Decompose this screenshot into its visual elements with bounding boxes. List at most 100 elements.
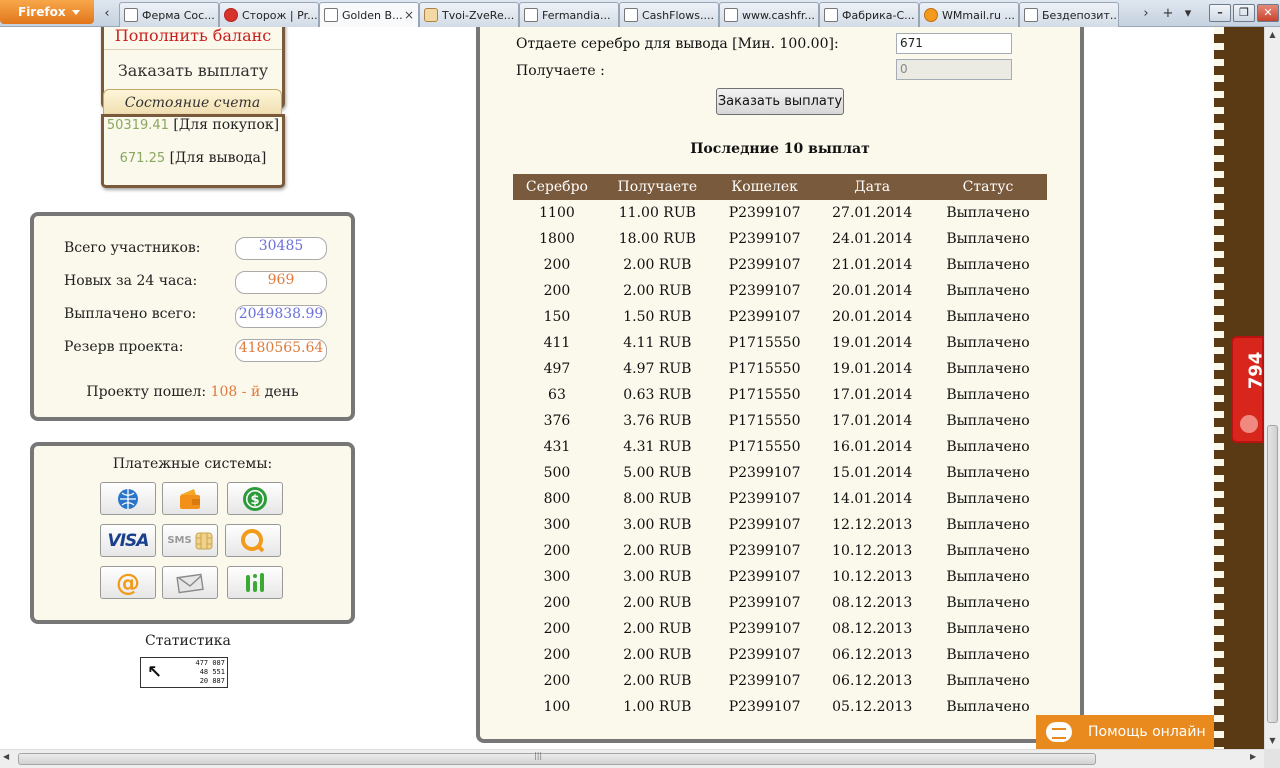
window-maximize-button[interactable]: ❐ bbox=[1233, 4, 1255, 22]
bars-icon[interactable] bbox=[227, 566, 283, 599]
counter-badge[interactable]: 794 bbox=[1231, 336, 1264, 443]
cell-receive: 1.00 RUB bbox=[623, 699, 692, 715]
table-row: 500 5.00 RUB P2399107 15.01.2014 Выплачено bbox=[513, 460, 1047, 486]
cell-silver: 300 bbox=[543, 517, 571, 533]
tab-label: Fermandia... bbox=[542, 8, 611, 22]
horizontal-scrollbar[interactable]: ◀ ||| ▶ bbox=[0, 749, 1264, 768]
cell-receive: 8.00 RUB bbox=[623, 491, 692, 507]
cell-wallet: P2399107 bbox=[728, 647, 801, 663]
last-payouts-title: Последние 10 выплат bbox=[690, 141, 870, 157]
vertical-scroll-thumb[interactable] bbox=[1267, 425, 1278, 723]
cell-receive: 4.31 RUB bbox=[623, 439, 692, 455]
cell-date: 24.01.2014 bbox=[832, 231, 913, 247]
cell-silver: 200 bbox=[543, 595, 571, 611]
horizontal-scroll-thumb[interactable] bbox=[18, 753, 1096, 765]
cell-status: Выплачено bbox=[946, 595, 1030, 611]
scroll-left-button[interactable]: ◀ bbox=[3, 752, 9, 761]
plus-icon: + bbox=[1162, 6, 1174, 21]
order-payout-link[interactable]: Заказать выплату bbox=[104, 50, 282, 92]
cell-status: Выплачено bbox=[946, 699, 1030, 715]
table-row: 200 2.00 RUB P2399107 20.01.2014 Выплачено bbox=[513, 278, 1047, 304]
close-tab-icon[interactable]: × bbox=[404, 8, 414, 22]
firefox-menu-button[interactable]: Firefox bbox=[0, 0, 94, 24]
total-members-label: Всего участников: bbox=[64, 240, 201, 256]
cell-silver: 200 bbox=[543, 673, 571, 689]
new-tab-button[interactable]: + bbox=[1158, 3, 1178, 25]
dollar-icon[interactable]: $ bbox=[227, 482, 283, 515]
sms-icon[interactable]: SMS bbox=[162, 524, 218, 557]
tab-tvoi-zvere[interactable]: Tvoi-ZveRe... bbox=[419, 2, 519, 27]
cell-status: Выплачено bbox=[946, 569, 1030, 585]
cell-date: 10.12.2013 bbox=[832, 543, 913, 559]
page-icon bbox=[1024, 8, 1038, 22]
cell-wallet: P1715550 bbox=[728, 413, 801, 429]
cell-wallet: P2399107 bbox=[728, 491, 801, 507]
scroll-right-button[interactable]: ▶ bbox=[1250, 752, 1256, 761]
cell-date: 08.12.2013 bbox=[832, 621, 913, 637]
col-date: Дата bbox=[815, 174, 929, 200]
tab-wmmail[interactable]: WMmail.ru ... bbox=[919, 2, 1019, 27]
paw-icon bbox=[1240, 415, 1258, 433]
visa-icon[interactable]: VISA bbox=[100, 524, 156, 557]
tabs-scroll-left-button[interactable]: ‹ bbox=[97, 3, 117, 25]
tab-golden-b[interactable]: Golden B... × bbox=[319, 2, 419, 27]
tab-cashfr[interactable]: www.cashfr... bbox=[719, 2, 819, 27]
scroll-up-button[interactable]: ▲ bbox=[1265, 27, 1280, 42]
mailru-icon[interactable]: @ bbox=[100, 566, 156, 599]
col-receive: Получаете bbox=[600, 174, 714, 200]
cell-silver: 100 bbox=[543, 699, 571, 715]
webmoney-icon[interactable] bbox=[100, 482, 156, 515]
window-close-button[interactable]: ✕ bbox=[1257, 4, 1279, 22]
cell-status: Выплачено bbox=[946, 439, 1030, 455]
list-all-tabs-button[interactable]: ▾ bbox=[1178, 3, 1198, 25]
cell-status: Выплачено bbox=[946, 361, 1030, 377]
tab-storozh[interactable]: Сторож | Pr... bbox=[219, 2, 319, 27]
wallet-icon[interactable] bbox=[162, 482, 218, 515]
cell-status: Выплачено bbox=[946, 673, 1030, 689]
cell-receive: 2.00 RUB bbox=[623, 257, 692, 273]
scroll-down-button[interactable]: ▼ bbox=[1265, 733, 1280, 748]
qiwi-icon[interactable] bbox=[225, 524, 281, 557]
badge-number: 794 bbox=[1245, 351, 1264, 390]
cell-date: 27.01.2014 bbox=[832, 205, 913, 221]
cell-wallet: P2399107 bbox=[728, 283, 801, 299]
cell-status: Выплачено bbox=[946, 387, 1030, 403]
cell-silver: 200 bbox=[543, 647, 571, 663]
order-payout-button[interactable]: Заказать выплату bbox=[716, 88, 844, 115]
cell-status: Выплачено bbox=[946, 647, 1030, 663]
new-members-label: Новых за 24 часа: bbox=[64, 273, 198, 289]
cell-receive: 2.00 RUB bbox=[623, 543, 692, 559]
arrow-up-left-icon: ↖ bbox=[147, 662, 163, 683]
project-stats-box: Всего участников: 30485 Новых за 24 часа… bbox=[30, 212, 355, 421]
page-icon bbox=[524, 8, 538, 22]
cell-date: 05.12.2013 bbox=[832, 699, 913, 715]
give-silver-input[interactable]: 671 bbox=[896, 33, 1012, 54]
withdraw-balance-label: [Для вывода] bbox=[169, 150, 267, 166]
cell-receive: 3.76 RUB bbox=[623, 413, 692, 429]
purchase-balance-row: 50319.41 [Для покупок] bbox=[104, 117, 282, 150]
vertical-scrollbar[interactable]: ▲ ▼ bbox=[1264, 27, 1280, 749]
online-help-button[interactable]: Помощь онлайн bbox=[1036, 715, 1214, 749]
cell-wallet: P2399107 bbox=[728, 517, 801, 533]
chevron-left-icon: ‹ bbox=[104, 6, 110, 21]
window-minimize-button[interactable]: – bbox=[1209, 4, 1231, 22]
table-row: 376 3.76 RUB P1715550 17.01.2014 Выплачено bbox=[513, 408, 1047, 434]
tab-fermandia[interactable]: Fermandia... bbox=[519, 2, 619, 27]
cell-status: Выплачено bbox=[946, 257, 1030, 273]
envelope-icon[interactable] bbox=[162, 566, 218, 599]
tab-fabrika[interactable]: Фабрика-С... bbox=[819, 2, 919, 27]
cell-wallet: P1715550 bbox=[728, 387, 801, 403]
tab-cashflows[interactable]: CashFlows.... bbox=[619, 2, 719, 27]
liveinternet-counter[interactable]: ↖ 477 087 48 551 20 887 bbox=[140, 657, 228, 688]
cell-receive: 2.00 RUB bbox=[623, 647, 692, 663]
tabs-scroll-right-button[interactable]: › bbox=[1136, 3, 1156, 25]
svg-text:$: $ bbox=[250, 493, 259, 508]
cell-status: Выплачено bbox=[946, 465, 1030, 481]
cell-silver: 200 bbox=[543, 621, 571, 637]
tab-label: Фабрика-С... bbox=[842, 8, 915, 22]
tab-ferma[interactable]: Ферма Сос... bbox=[119, 2, 219, 27]
topup-balance-link[interactable]: Пополнить баланс bbox=[104, 27, 282, 50]
tab-bezdepozit[interactable]: Бездепозит... bbox=[1019, 2, 1119, 27]
col-wallet: Кошелек bbox=[713, 174, 816, 200]
payment-systems-box: Платежные системы: $ VISA SMS @ bbox=[30, 442, 355, 624]
